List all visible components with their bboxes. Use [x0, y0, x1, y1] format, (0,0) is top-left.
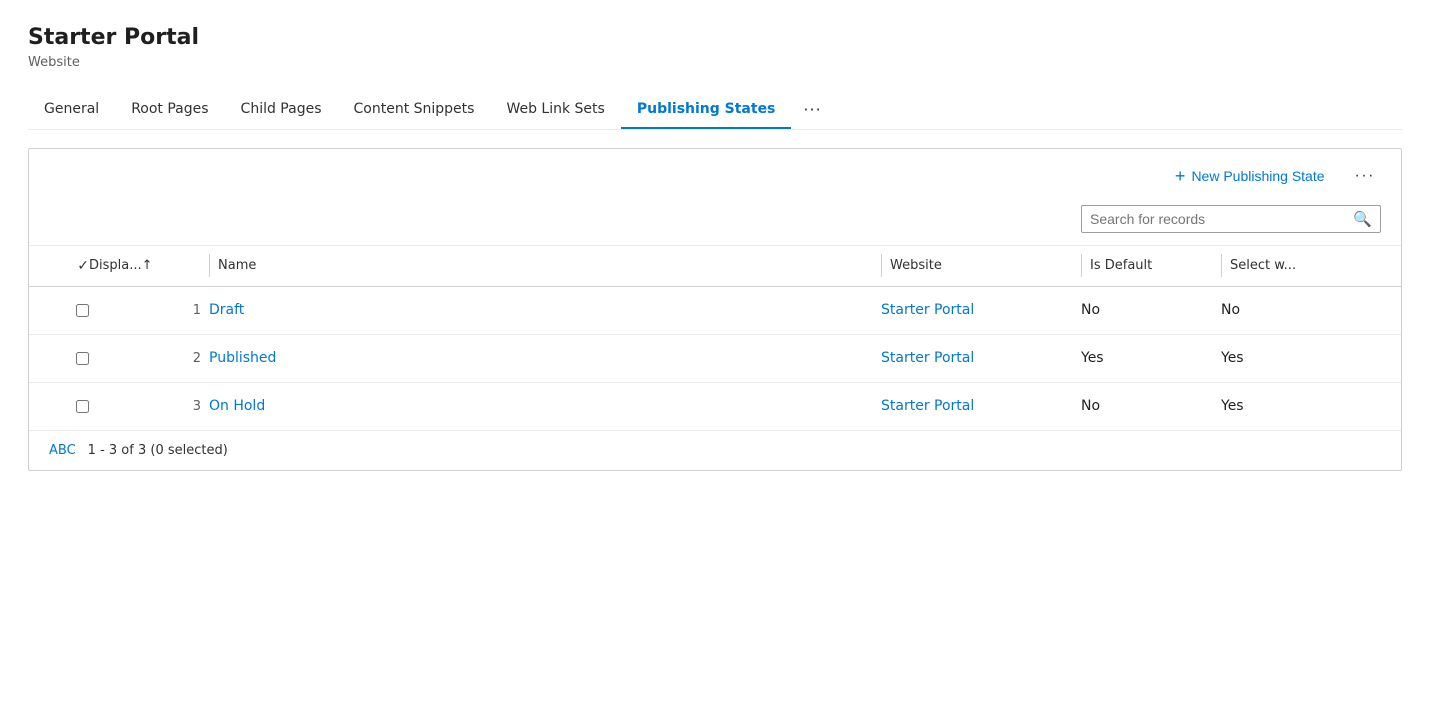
row-select-w-3: Yes: [1221, 398, 1381, 414]
row-name-3[interactable]: On Hold: [209, 398, 881, 414]
col-header-website[interactable]: Website: [881, 254, 1081, 277]
row-website-3[interactable]: Starter Portal: [881, 398, 1081, 414]
tab-general[interactable]: General: [28, 91, 115, 129]
tab-root-pages[interactable]: Root Pages: [115, 91, 224, 129]
page-subtitle: Website: [28, 55, 1402, 70]
table-header: ✓ Displa...↑ Name Website Is Default Sel…: [29, 246, 1401, 287]
plus-icon: +: [1175, 167, 1186, 185]
toolbar-more-button[interactable]: ···: [1349, 163, 1381, 189]
page-header: Starter Portal Website: [28, 24, 1402, 70]
pagination-info: 1 - 3 of 3 (0 selected): [88, 443, 228, 458]
table-row[interactable]: 3 On Hold Starter Portal No Yes: [29, 383, 1401, 431]
table-row[interactable]: 1 Draft Starter Portal No No: [29, 287, 1401, 335]
pagination-abc[interactable]: ABC: [49, 443, 76, 458]
col-header-is-default[interactable]: Is Default: [1081, 254, 1221, 277]
row-is-default-2: Yes: [1081, 350, 1221, 366]
col-header-name[interactable]: Name: [209, 254, 881, 277]
row-num-2: 2: [89, 351, 209, 366]
row-num-1: 1: [89, 303, 209, 318]
new-publishing-state-button[interactable]: + New Publishing State: [1167, 163, 1333, 189]
row-checkbox-1[interactable]: [49, 304, 89, 317]
col-header-check: ✓: [49, 254, 89, 278]
panel-toolbar: + New Publishing State ···: [29, 149, 1401, 199]
content-panel: + New Publishing State ··· 🔍 ✓ Displa...…: [28, 148, 1402, 471]
search-input[interactable]: [1090, 211, 1347, 227]
row-select-w-1: No: [1221, 302, 1381, 318]
col-header-display[interactable]: Displa...↑: [89, 254, 209, 277]
row-is-default-1: No: [1081, 302, 1221, 318]
row-name-2[interactable]: Published: [209, 350, 881, 366]
pagination-row: ABC 1 - 3 of 3 (0 selected): [29, 431, 1401, 470]
tab-child-pages[interactable]: Child Pages: [225, 91, 338, 129]
search-icon[interactable]: 🔍: [1353, 210, 1372, 228]
row-num-3: 3: [89, 399, 209, 414]
tab-web-link-sets[interactable]: Web Link Sets: [490, 91, 620, 129]
row-name-1[interactable]: Draft: [209, 302, 881, 318]
row-website-2[interactable]: Starter Portal: [881, 350, 1081, 366]
row-is-default-3: No: [1081, 398, 1221, 414]
search-row: 🔍: [29, 199, 1401, 246]
row-select-w-2: Yes: [1221, 350, 1381, 366]
new-publishing-state-label: New Publishing State: [1191, 168, 1324, 184]
page-title: Starter Portal: [28, 24, 1402, 53]
table-container: ✓ Displa...↑ Name Website Is Default Sel…: [29, 246, 1401, 470]
tabs-bar: General Root Pages Child Pages Content S…: [28, 90, 1402, 130]
row-website-1[interactable]: Starter Portal: [881, 302, 1081, 318]
checkmark-icon: ✓: [77, 258, 89, 274]
row-checkbox-3[interactable]: [49, 400, 89, 413]
tab-publishing-states[interactable]: Publishing States: [621, 91, 792, 129]
col-header-select-w[interactable]: Select w...: [1221, 254, 1381, 277]
tab-content-snippets[interactable]: Content Snippets: [338, 91, 491, 129]
table-row[interactable]: 2 Published Starter Portal Yes Yes: [29, 335, 1401, 383]
more-tabs-button[interactable]: ···: [791, 90, 833, 129]
search-box: 🔍: [1081, 205, 1381, 233]
row-checkbox-2[interactable]: [49, 352, 89, 365]
